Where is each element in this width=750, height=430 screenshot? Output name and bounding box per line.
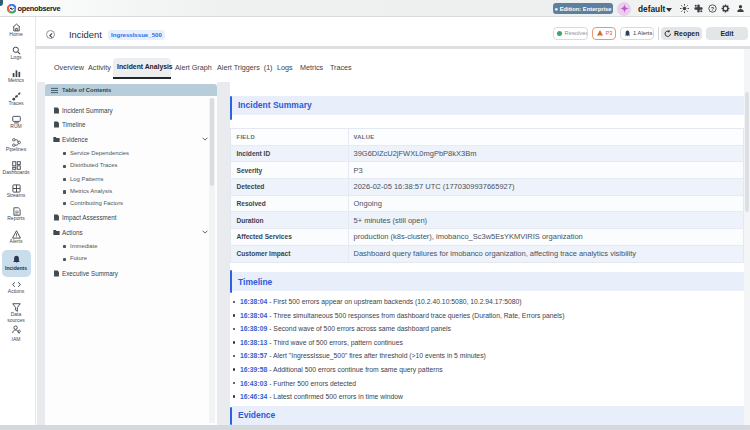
svg-text:?: ? xyxy=(711,6,715,12)
